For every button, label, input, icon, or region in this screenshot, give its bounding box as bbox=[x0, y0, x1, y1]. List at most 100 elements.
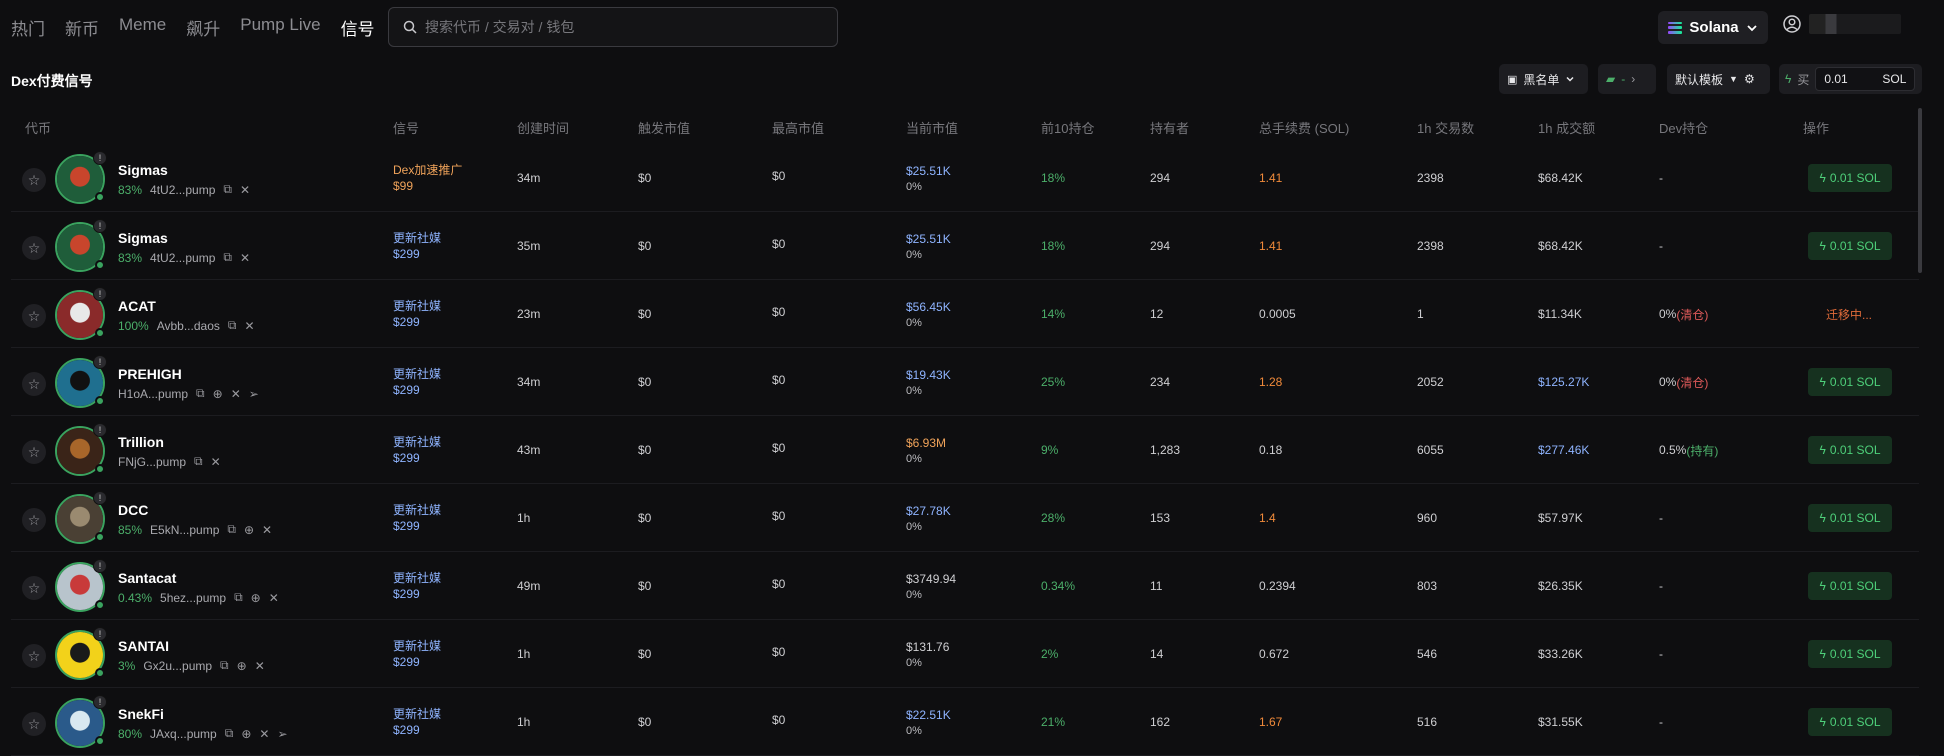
signal-name: 更新社媒 bbox=[393, 707, 442, 721]
nav-tab-5[interactable]: 信号 bbox=[341, 15, 375, 40]
copy-icon[interactable]: ⧉ bbox=[194, 454, 203, 469]
favorite-star-icon[interactable]: ☆ bbox=[22, 440, 46, 464]
current-mc-change: 0% bbox=[906, 521, 922, 533]
table-row[interactable]: ☆ ! PREHIGH H1oA...pump ⧉ ⊕ ✕ ➢ 更新社媒 $299 3… bbox=[11, 348, 1919, 416]
telegram-icon[interactable]: ➢ bbox=[277, 727, 287, 741]
quick-buy-button[interactable]: ϟ 0.01 SOL bbox=[1808, 640, 1892, 668]
x-twitter-icon[interactable]: ✕ bbox=[240, 251, 250, 265]
table-row[interactable]: ☆ ! SnekFi 80% JAxq...pump ⧉ ⊕ ✕ ➢ 更新社媒 $29… bbox=[11, 688, 1919, 756]
search-input[interactable] bbox=[425, 19, 805, 35]
quick-buy-label: 0.01 SOL bbox=[1829, 171, 1881, 185]
buy-amount-input[interactable]: 0.01 SOL bbox=[1815, 67, 1916, 91]
quick-buy-button[interactable]: ϟ 0.01 SOL bbox=[1808, 572, 1892, 600]
favorite-star-icon[interactable]: ☆ bbox=[22, 168, 46, 192]
table-row[interactable]: ☆ ! Santacat 0.43% 5hez...pump ⧉ ⊕ ✕ 更新社媒 … bbox=[11, 552, 1919, 620]
copy-icon[interactable]: ⧉ bbox=[227, 522, 236, 537]
token-name[interactable]: Trillion bbox=[118, 434, 164, 450]
quick-buy-button[interactable]: ϟ 0.01 SOL bbox=[1808, 708, 1892, 736]
token-name[interactable]: PREHIGH bbox=[118, 366, 182, 382]
token-name[interactable]: SANTAI bbox=[118, 638, 169, 654]
dev-holdings-cell: 0% (清仓) bbox=[1659, 280, 1708, 348]
nav-tab-3[interactable]: 飙升 bbox=[186, 15, 220, 40]
search-box[interactable] bbox=[388, 7, 838, 47]
token-name[interactable]: ACAT bbox=[118, 298, 156, 314]
globe-icon[interactable]: ⊕ bbox=[251, 591, 261, 605]
token-name[interactable]: Sigmas bbox=[118, 230, 168, 246]
quick-buy-button[interactable]: ϟ 0.01 SOL bbox=[1808, 164, 1892, 192]
globe-icon[interactable]: ⊕ bbox=[237, 659, 247, 673]
copy-icon[interactable]: ⧉ bbox=[220, 658, 229, 673]
copy-icon[interactable]: ⧉ bbox=[196, 386, 205, 401]
favorite-star-icon[interactable]: ☆ bbox=[22, 644, 46, 668]
quick-buy-button[interactable]: ϟ 0.01 SOL bbox=[1808, 368, 1892, 396]
trigger-mc: $0 bbox=[638, 511, 652, 525]
table-row[interactable]: ☆ ! Sigmas 83% 4tU2...pump ⧉ ✕ Dex加速推广 $9… bbox=[11, 144, 1919, 212]
blacklist-button[interactable]: ▣ 黑名单 bbox=[1499, 64, 1588, 94]
max-mc: $0 bbox=[772, 237, 786, 251]
token-meta: 80% JAxq...pump ⧉ ⊕ ✕ ➢ bbox=[118, 726, 288, 741]
table-row[interactable]: ☆ ! ACAT 100% Avbb...daos ⧉ ✕ 更新社媒 $299 2… bbox=[11, 280, 1919, 348]
nav-tab-0[interactable]: 热门 bbox=[11, 15, 45, 40]
trigger-mc: $0 bbox=[638, 715, 652, 729]
tx-1h: 516 bbox=[1417, 715, 1438, 729]
template-button[interactable]: 默认模板 ▼ ⚙ bbox=[1667, 64, 1770, 94]
favorite-star-icon[interactable]: ☆ bbox=[22, 304, 46, 328]
chain-selector[interactable]: Solana bbox=[1658, 11, 1768, 44]
info-badge-icon: ! bbox=[93, 491, 107, 505]
nav-tab-4[interactable]: Pump Live bbox=[240, 15, 320, 40]
trigger-mc: $0 bbox=[638, 443, 652, 457]
quick-buy-button[interactable]: ϟ 0.01 SOL bbox=[1808, 436, 1892, 464]
column-header-5: 当前市值 bbox=[906, 121, 959, 136]
token-name[interactable]: Santacat bbox=[118, 570, 176, 586]
current-mc: $25.51K bbox=[906, 164, 951, 178]
x-twitter-icon[interactable]: ✕ bbox=[262, 523, 272, 537]
x-twitter-icon[interactable]: ✕ bbox=[244, 319, 254, 333]
favorite-star-icon[interactable]: ☆ bbox=[22, 712, 46, 736]
token-address: FNjG...pump bbox=[118, 454, 187, 469]
caret-down-icon: ▼ bbox=[1729, 74, 1738, 84]
token-name[interactable]: DCC bbox=[118, 502, 148, 518]
volume-1h: $57.97K bbox=[1538, 511, 1583, 525]
dev-holdings-cell: - bbox=[1659, 552, 1663, 620]
current-mc-cell: $25.51K 0% bbox=[906, 231, 951, 263]
quick-buy-button[interactable]: ϟ 0.01 SOL bbox=[1808, 504, 1892, 532]
copy-icon[interactable]: ⧉ bbox=[234, 590, 243, 605]
x-twitter-icon[interactable]: ✕ bbox=[259, 727, 269, 741]
nav-tab-1[interactable]: 新币 bbox=[65, 15, 99, 40]
copy-icon[interactable]: ⧉ bbox=[223, 250, 232, 265]
favorite-star-icon[interactable]: ☆ bbox=[22, 236, 46, 260]
table-row[interactable]: ☆ ! DCC 85% E5kN...pump ⧉ ⊕ ✕ 更新社媒 $299 1h… bbox=[11, 484, 1919, 552]
favorite-star-icon[interactable]: ☆ bbox=[22, 576, 46, 600]
favorite-star-icon[interactable]: ☆ bbox=[22, 372, 46, 396]
x-twitter-icon[interactable]: ✕ bbox=[269, 591, 279, 605]
table-row[interactable]: ☆ ! SANTAI 3% Gx2u...pump ⧉ ⊕ ✕ 更新社媒 $299 … bbox=[11, 620, 1919, 688]
chain-label: Solana bbox=[1689, 19, 1739, 36]
globe-icon[interactable]: ⊕ bbox=[213, 387, 223, 401]
globe-icon[interactable]: ⊕ bbox=[244, 523, 254, 537]
section-title: Dex付费信号 bbox=[11, 73, 93, 89]
token-name[interactable]: Sigmas bbox=[118, 162, 168, 178]
table-row[interactable]: ☆ ! Trillion FNjG...pump ⧉ ✕ 更新社媒 $299 43… bbox=[11, 416, 1919, 484]
globe-icon[interactable]: ⊕ bbox=[241, 727, 251, 741]
copy-icon[interactable]: ⧉ bbox=[228, 318, 237, 333]
x-twitter-icon[interactable]: ✕ bbox=[231, 387, 241, 401]
copy-icon[interactable]: ⧉ bbox=[225, 726, 234, 741]
signal-name: 更新社媒 bbox=[393, 231, 442, 245]
nav-tab-2[interactable]: Meme bbox=[119, 15, 166, 40]
dev-holdings: - bbox=[1659, 647, 1663, 661]
x-twitter-icon[interactable]: ✕ bbox=[211, 455, 221, 469]
buy-amount-value: 0.01 bbox=[1824, 72, 1848, 86]
x-twitter-icon[interactable]: ✕ bbox=[240, 183, 250, 197]
table-row[interactable]: ☆ ! Sigmas 83% 4tU2...pump ⧉ ✕ 更新社媒 $299 … bbox=[11, 212, 1919, 280]
telegram-icon[interactable]: ➢ bbox=[249, 387, 259, 401]
scrollbar[interactable] bbox=[1918, 108, 1922, 273]
x-twitter-icon[interactable]: ✕ bbox=[255, 659, 265, 673]
quick-buy-button[interactable]: ϟ 0.01 SOL bbox=[1808, 232, 1892, 260]
user-menu[interactable] bbox=[1783, 14, 1901, 34]
dev-holdings: 0% bbox=[1659, 307, 1677, 321]
favorite-star-icon[interactable]: ☆ bbox=[22, 508, 46, 532]
token-name[interactable]: SnekFi bbox=[118, 706, 164, 722]
copy-icon[interactable]: ⧉ bbox=[223, 182, 232, 197]
holders: 162 bbox=[1150, 715, 1171, 729]
wallet-button[interactable]: ▰ - › bbox=[1598, 64, 1656, 94]
